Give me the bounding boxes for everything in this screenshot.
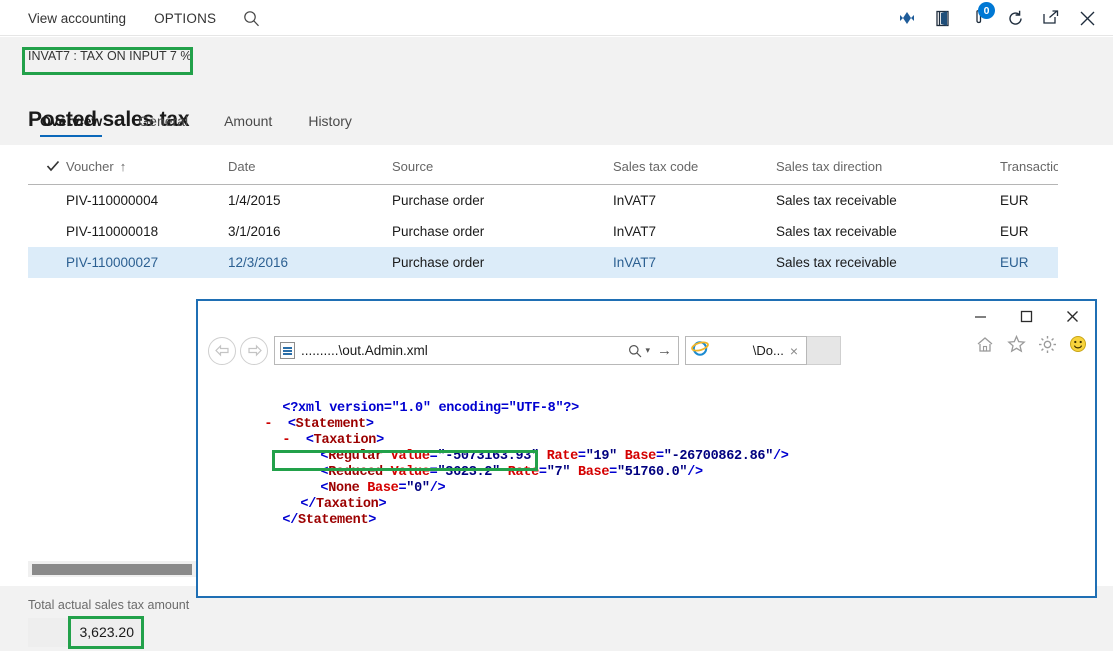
address-bar-text: ..........\out.Admin.xml [301,343,428,358]
menu-options[interactable]: OPTIONS [140,0,230,36]
grid-header-row: Voucher ↑ Date Source Sales tax code Sale… [28,149,1058,185]
go-button[interactable]: → [657,342,672,359]
back-button[interactable] [208,336,236,365]
top-command-bar: View accounting OPTIONS 0 [0,0,1113,36]
column-header-voucher[interactable]: Voucher ↑ [66,149,236,185]
forward-button[interactable] [240,336,268,365]
cell-sales-tax-code: InVAT7 [613,255,657,270]
cell-voucher: PIV-110000027 [66,255,159,270]
total-actual-sales-tax-label: Total actual sales tax amount [28,598,190,612]
tools-gear-icon[interactable] [1036,333,1058,355]
internet-explorer-window: ..........\out.Admin.xml ▾ → \Do... × <?… [196,299,1097,598]
table-row[interactable]: PIV-110000027 12/3/2016 Purchase order I… [28,247,1058,278]
popout-icon[interactable] [1033,0,1069,36]
favorites-star-icon[interactable] [1005,333,1027,355]
column-header-date[interactable]: Date [228,149,388,185]
browser-tab[interactable]: \Do... × [685,336,807,365]
total-actual-sales-tax-field[interactable]: 3,623.20 [28,618,143,647]
cell-voucher: PIV-110000004 [66,193,159,208]
menu-view-accounting[interactable]: View accounting [14,0,140,36]
refresh-icon[interactable] [997,0,1033,36]
table-row[interactable]: PIV-110000018 3/1/2016 Purchase order In… [28,216,1058,247]
office-app-icon[interactable] [925,0,961,36]
record-caption: INVAT7 : TAX ON INPUT 7 % [28,49,192,63]
column-header-sales-tax-direction[interactable]: Sales tax direction [776,149,994,185]
cell-transaction-currency: EUR [1000,255,1029,270]
address-bar[interactable]: ..........\out.Admin.xml ▾ → [274,336,679,365]
notification-badge: 0 [978,2,995,19]
column-header-voucher-label: Voucher [66,159,114,174]
column-header-source[interactable]: Source [392,149,610,185]
search-icon[interactable] [230,0,272,36]
table-row[interactable]: PIV-110000004 1/4/2015 Purchase order In… [28,185,1058,216]
cell-source: Purchase order [392,193,485,208]
address-search-dropdown-icon[interactable]: ▾ [645,345,650,356]
cell-date: 12/3/2016 [228,255,289,270]
tab-amount[interactable]: Amount [206,113,290,137]
cell-sales-tax-direction: Sales tax receivable [776,255,897,270]
notifications-icon[interactable]: 0 [961,0,997,36]
cell-date: 1/4/2015 [228,193,281,208]
cell-date: 3/1/2016 [228,224,281,239]
tab-general[interactable]: General [120,113,206,137]
top-right-icon-group: 0 [889,0,1105,36]
column-header-transaction-currency[interactable]: Transaction [1000,149,1058,185]
dynamics-diamond-icon[interactable] [889,0,925,36]
home-icon[interactable] [974,333,996,355]
tab-strip: Overview General Amount History [22,113,370,137]
cell-source: Purchase order [392,255,485,270]
close-icon[interactable] [1069,0,1105,36]
cell-sales-tax-direction: Sales tax receivable [776,193,897,208]
address-search-icon[interactable]: ▾ [628,344,650,358]
cell-transaction-currency: EUR [1000,193,1029,208]
tab-history[interactable]: History [290,113,370,137]
top-menu-group: View accounting OPTIONS [14,0,272,36]
cell-transaction-currency: EUR [1000,224,1029,239]
browser-tab-title: \Do... [752,343,784,358]
app-root: View accounting OPTIONS 0 INVAT7: TAX O… [0,0,1113,651]
cell-sales-tax-code: InVAT7 [613,224,657,239]
browser-tab-close-icon[interactable]: × [788,343,800,359]
cell-sales-tax-direction: Sales tax receivable [776,224,897,239]
tab-overview[interactable]: Overview [22,113,120,137]
internet-explorer-logo-icon [691,339,709,362]
smiley-feedback-icon[interactable] [1067,333,1089,355]
xml-document-icon [280,342,295,359]
xml-line-statement-close: </Statement> [282,513,377,528]
browser-command-icons [974,333,1089,355]
browser-navigation-row: ..........\out.Admin.xml ▾ → \Do... × [198,328,1095,373]
cell-sales-tax-code: InVAT7 [613,193,657,208]
column-header-sales-tax-code[interactable]: Sales tax code [613,149,771,185]
cell-voucher: PIV-110000018 [66,224,159,239]
sort-ascending-icon: ↑ [119,159,127,174]
cell-source: Purchase order [392,224,485,239]
grid-scrollbar-thumb[interactable] [32,564,192,575]
xml-viewer-content: <?xml version="1.0" encoding="UTF-8"?> -… [198,372,1095,596]
browser-new-tab-button[interactable] [807,336,841,365]
total-actual-sales-tax-value: 3,623.20 [79,624,135,640]
